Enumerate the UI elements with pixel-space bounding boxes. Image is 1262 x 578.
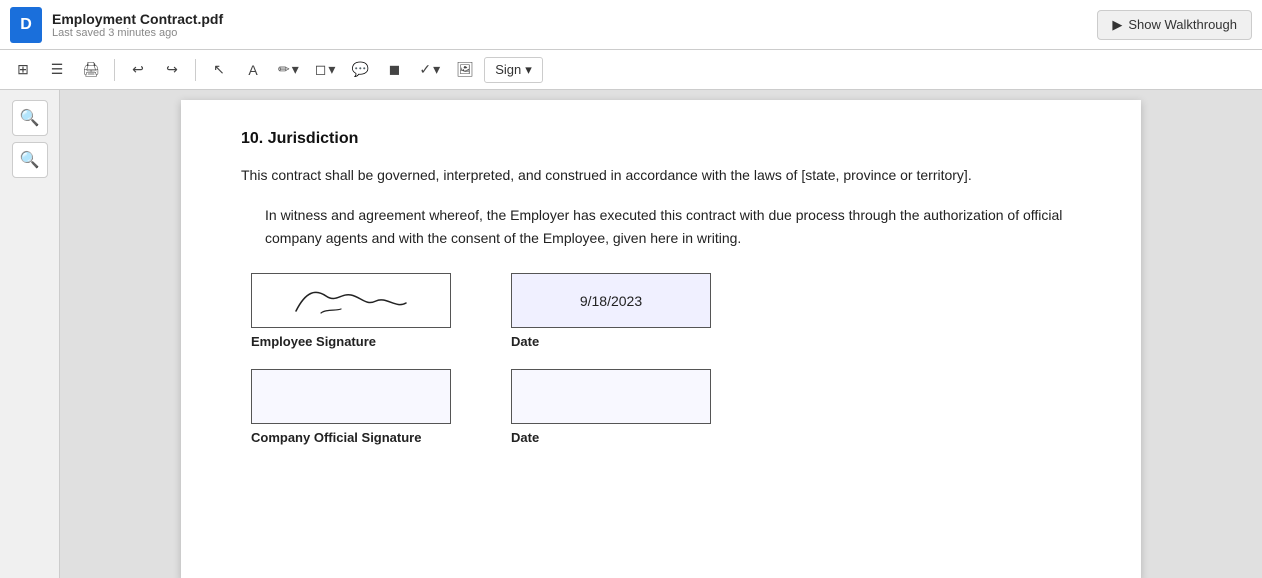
top-bar: D Employment Contract.pdf Last saved 3 m…: [0, 0, 1262, 50]
print-icon: 🖨: [82, 61, 100, 78]
zoom-out-button[interactable]: 🔍: [12, 142, 48, 178]
pages-icon: ☰: [51, 61, 64, 78]
pen-icon: ✏: [278, 61, 290, 78]
checkmark-tool-dropdown[interactable]: ✓ ▾: [413, 58, 446, 81]
doc-title: Employment Contract.pdf: [52, 11, 223, 27]
employee-date-box[interactable]: 9/18/2023: [511, 273, 711, 328]
walkthrough-play-icon: ▶: [1112, 17, 1122, 33]
employee-date-value: 9/18/2023: [580, 293, 642, 309]
text-tool-button[interactable]: A: [238, 56, 268, 84]
highlight-dropdown-arrow: ▾: [328, 61, 335, 78]
pages-view-button[interactable]: ☰: [42, 56, 72, 84]
signature-section: Employee Signature 9/18/2023 Date Comp: [241, 273, 1081, 445]
section-text: This contract shall be governed, interpr…: [241, 164, 1081, 186]
sign-label: Sign: [495, 62, 521, 77]
employee-sig-row: Employee Signature 9/18/2023 Date: [251, 273, 1081, 349]
print-button[interactable]: 🖨: [76, 56, 106, 84]
pdf-content-area: 10. Jurisdiction This contract shall be …: [60, 90, 1262, 578]
left-sidebar: 🔍 🔍: [0, 90, 60, 578]
employee-sig-group: Employee Signature: [251, 273, 451, 349]
cursor-icon: ↖: [213, 61, 225, 78]
image-icon: 🖼: [456, 61, 474, 78]
witness-text: In witness and agreement whereof, the Em…: [265, 204, 1081, 249]
comment-icon: 💬: [352, 61, 369, 78]
pen-tool-dropdown[interactable]: ✏ ▾: [272, 58, 305, 81]
company-signature-box[interactable]: [251, 369, 451, 424]
employee-date-label: Date: [511, 334, 711, 349]
employee-sig-label: Employee Signature: [251, 334, 451, 349]
doc-info: Employment Contract.pdf Last saved 3 min…: [52, 11, 223, 39]
company-date-group: Date: [511, 369, 711, 445]
section-heading: 10. Jurisdiction: [241, 130, 1081, 148]
zoom-in-button[interactable]: 🔍: [12, 100, 48, 136]
company-sig-row: Company Official Signature Date: [251, 369, 1081, 445]
eraser-icon: ◼: [389, 61, 401, 78]
checkmark-icon: ✓: [419, 61, 431, 78]
company-sig-group: Company Official Signature: [251, 369, 451, 445]
undo-button[interactable]: ↩: [123, 56, 153, 84]
company-sig-label: Company Official Signature: [251, 430, 451, 445]
sign-dropdown-arrow: ▾: [525, 62, 532, 78]
toolbar: ⊞ ☰ 🖨 ↩ ↪ ↖ A ✏ ▾ ◻ ▾ 💬 ◼ ✓ ▾ 🖼 Sign ▾: [0, 50, 1262, 90]
sign-button[interactable]: Sign ▾: [484, 57, 543, 83]
zoom-in-icon: 🔍: [20, 108, 40, 128]
employee-signature-svg: [286, 281, 416, 321]
grid-view-button[interactable]: ⊞: [8, 56, 38, 84]
highlight-tool-dropdown[interactable]: ◻ ▾: [309, 58, 342, 81]
pen-dropdown-arrow: ▾: [292, 61, 299, 78]
employee-signature-box[interactable]: [251, 273, 451, 328]
zoom-out-icon: 🔍: [20, 150, 40, 170]
undo-icon: ↩: [132, 61, 144, 78]
redo-button[interactable]: ↪: [157, 56, 187, 84]
eraser-tool-button[interactable]: ◼: [379, 56, 409, 84]
employee-date-group: 9/18/2023 Date: [511, 273, 711, 349]
grid-icon: ⊞: [17, 61, 29, 78]
pdf-page: 10. Jurisdiction This contract shall be …: [181, 100, 1141, 578]
comment-tool-button[interactable]: 💬: [345, 56, 375, 84]
cursor-tool-button[interactable]: ↖: [204, 56, 234, 84]
doc-subtitle: Last saved 3 minutes ago: [52, 27, 223, 39]
separator-1: [114, 59, 115, 81]
walkthrough-label: Show Walkthrough: [1128, 17, 1237, 32]
main-layout: 🔍 🔍 10. Jurisdiction This contract shall…: [0, 90, 1262, 578]
app-icon: D: [10, 7, 42, 43]
image-tool-button[interactable]: 🖼: [450, 56, 480, 84]
show-walkthrough-button[interactable]: ▶ Show Walkthrough: [1097, 10, 1252, 40]
checkmark-dropdown-arrow: ▾: [433, 61, 440, 78]
redo-icon: ↪: [166, 61, 178, 78]
employee-signature-image: [252, 274, 450, 327]
highlight-icon: ◻: [315, 61, 327, 78]
separator-2: [195, 59, 196, 81]
company-date-label: Date: [511, 430, 711, 445]
top-bar-left: D Employment Contract.pdf Last saved 3 m…: [10, 7, 223, 43]
company-date-box[interactable]: [511, 369, 711, 424]
text-icon: A: [248, 62, 257, 78]
